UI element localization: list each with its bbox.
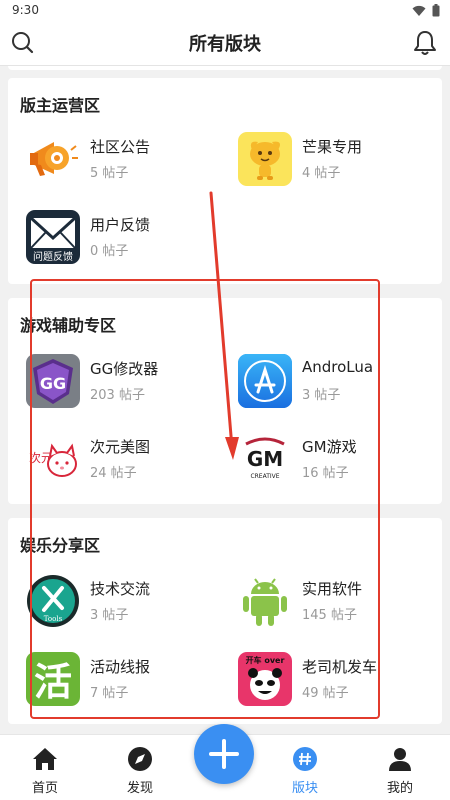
board-post-count: 16 帖子 [302, 466, 349, 481]
mango-mascot-icon [238, 132, 292, 186]
gm-logo-icon: GM CREATIVE [238, 432, 292, 486]
app-store-icon [238, 354, 292, 408]
board-anime-art[interactable]: 次元 次元美图 24 帖子 [16, 432, 216, 492]
create-post-button[interactable] [194, 724, 254, 784]
compass-icon [128, 747, 152, 771]
section-title: 娱乐分享区 [20, 536, 101, 555]
gameguardian-icon: GG [26, 354, 80, 408]
nav-boards[interactable]: 版块 [260, 735, 350, 800]
board-tech[interactable]: Tools 技术交流 3 帖子 [16, 574, 216, 634]
wifi-icon [412, 5, 426, 16]
board-post-count: 0 帖子 [90, 244, 129, 259]
board-post-count: 203 帖子 [90, 388, 145, 403]
board-name: 社区公告 [90, 138, 151, 156]
boards-list[interactable]: 版主运营区 社区公告 5 帖子 芒果专用 4 帖子 问题反馈 用户反馈 0 帖子… [0, 66, 450, 734]
svg-text:问题反馈: 问题反馈 [33, 250, 73, 263]
nav-profile[interactable]: 我的 [355, 735, 445, 800]
board-name: GM游戏 [302, 438, 357, 456]
nav-label: 发现 [126, 781, 153, 796]
board-post-count: 5 帖子 [90, 166, 129, 181]
board-name: 用户反馈 [90, 216, 151, 234]
status-time: 9:30 [12, 3, 39, 17]
board-old-driver[interactable]: 开车 over 老司机发车 49 帖子 [228, 652, 428, 712]
page-title: 所有版块 [189, 34, 261, 55]
app-header: 所有版块 [0, 22, 450, 66]
home-icon [33, 748, 57, 770]
section-game-assist: 游戏辅助专区 GG GG修改器 203 帖子 AndroLua 3 帖子 次元 … [8, 298, 442, 504]
nav-label: 我的 [386, 781, 413, 796]
person-icon [389, 748, 411, 771]
svg-text:GM: GM [247, 447, 283, 471]
panda-meme-icon: 开车 over [238, 652, 292, 706]
status-bar: 9:30 [0, 0, 450, 22]
svg-text:开车 over: 开车 over [246, 655, 285, 665]
board-mango[interactable]: 芒果专用 4 帖子 [228, 132, 428, 192]
board-post-count: 24 帖子 [90, 466, 137, 481]
board-name: AndroLua [302, 358, 374, 376]
board-name: 老司机发车 [302, 658, 378, 676]
hash-icon [293, 747, 317, 771]
board-feedback[interactable]: 问题反馈 用户反馈 0 帖子 [16, 210, 216, 270]
board-post-count: 49 帖子 [302, 686, 349, 701]
board-post-count: 145 帖子 [302, 608, 357, 623]
board-name: 实用软件 [302, 580, 363, 598]
board-gm-games[interactable]: GM CREATIVE GM游戏 16 帖子 [228, 432, 428, 492]
board-post-count: 4 帖子 [302, 166, 341, 181]
board-events[interactable]: 活 活动线报 7 帖子 [16, 652, 216, 712]
nav-label: 版块 [291, 781, 318, 796]
board-androlua[interactable]: AndroLua 3 帖子 [228, 354, 428, 414]
section-title: 版主运营区 [20, 96, 101, 115]
nav-home[interactable]: 首页 [0, 735, 90, 800]
previous-section-edge [8, 66, 442, 70]
android-icon [238, 574, 292, 628]
tools-icon: Tools [26, 574, 80, 628]
section-entertainment: 娱乐分享区 Tools 技术交流 3 帖子 实用软件 145 帖子 活 活动线报… [8, 518, 442, 724]
section-title: 游戏辅助专区 [20, 316, 117, 335]
board-post-count: 3 帖子 [302, 388, 341, 403]
megaphone-icon [26, 132, 80, 186]
board-post-count: 3 帖子 [90, 608, 129, 623]
board-software[interactable]: 实用软件 145 帖子 [228, 574, 428, 634]
anime-cat-icon: 次元 [26, 432, 80, 486]
nav-label: 首页 [31, 781, 58, 796]
envelope-icon: 问题反馈 [26, 210, 80, 264]
notifications-button[interactable] [412, 29, 438, 57]
nav-discover[interactable]: 发现 [95, 735, 185, 800]
svg-text:GG: GG [40, 374, 66, 393]
board-post-count: 7 帖子 [90, 686, 129, 701]
board-announcements[interactable]: 社区公告 5 帖子 [16, 132, 216, 192]
board-name: 活动线报 [90, 658, 151, 676]
svg-text:活: 活 [34, 660, 72, 704]
board-name: 芒果专用 [302, 138, 363, 156]
board-name: 技术交流 [90, 580, 151, 598]
board-name: 次元美图 [90, 438, 151, 456]
section-moderator-ops: 版主运营区 社区公告 5 帖子 芒果专用 4 帖子 问题反馈 用户反馈 0 帖子 [8, 78, 442, 284]
svg-text:CREATIVE: CREATIVE [250, 473, 279, 480]
bell-icon [414, 31, 436, 55]
plus-icon [209, 739, 239, 769]
battery-icon [432, 4, 440, 17]
svg-text:Tools: Tools [44, 615, 63, 623]
huo-character-icon: 活 [26, 652, 80, 706]
board-gg-modifier[interactable]: GG GG修改器 203 帖子 [16, 354, 216, 414]
board-name: GG修改器 [90, 360, 159, 378]
